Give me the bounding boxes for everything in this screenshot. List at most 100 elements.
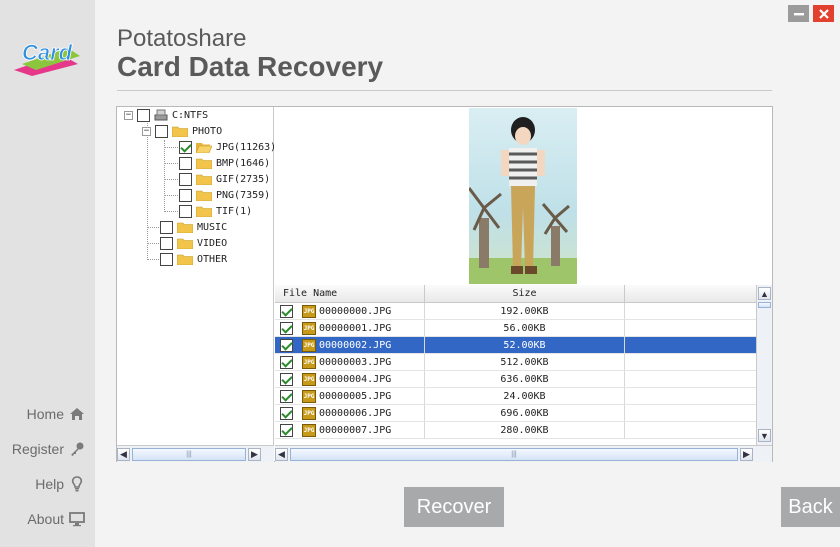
tree-node-other[interactable]: OTHER: [160, 251, 227, 267]
tree-label: GIF(2735): [216, 173, 271, 185]
back-button[interactable]: Back: [781, 487, 840, 527]
header-divider: [117, 90, 772, 91]
table-row[interactable]: JPG 00000000.JPG 192.00KB: [275, 303, 756, 320]
table-row[interactable]: JPG 00000001.JPG 56.00KB: [275, 320, 756, 337]
sidebar-item-label: About: [27, 510, 64, 527]
close-icon: [818, 8, 829, 19]
minimize-icon: [793, 12, 804, 15]
file-checkbox[interactable]: [280, 389, 293, 403]
file-checkbox[interactable]: [280, 423, 293, 437]
file-name-cell: JPG 00000005.JPG: [275, 388, 425, 404]
tree-checkbox[interactable]: [179, 140, 192, 154]
folder-icon: [177, 238, 193, 249]
tree-checkbox[interactable]: [137, 108, 150, 122]
tree-node-video[interactable]: VIDEO: [160, 235, 227, 251]
table-row[interactable]: JPG 00000003.JPG 512.00KB: [275, 354, 756, 371]
file-checkbox[interactable]: [280, 355, 293, 369]
file-name-cell: JPG 00000001.JPG: [275, 320, 425, 336]
file-name: 00000005.JPG: [319, 390, 392, 402]
tree-node-tif[interactable]: TIF(1): [179, 203, 252, 219]
tree-node-jpg[interactable]: JPG(11263): [179, 139, 276, 155]
sidebar-item-label: Register: [11, 440, 64, 457]
file-checkbox[interactable]: [280, 338, 293, 352]
file-name: 00000002.JPG: [319, 339, 392, 351]
close-button[interactable]: [813, 5, 834, 22]
jpg-file-icon: JPG: [302, 338, 316, 352]
scroll-right-icon[interactable]: ▶: [740, 447, 753, 461]
tree-node-music[interactable]: MUSIC: [160, 219, 227, 235]
file-size-cell: 512.00KB: [425, 354, 625, 370]
folder-icon: [177, 222, 193, 233]
tree-checkbox[interactable]: [160, 220, 173, 234]
file-name-cell: JPG 00000006.JPG: [275, 405, 425, 421]
file-checkbox[interactable]: [280, 406, 293, 420]
recovery-panel: − C:NTFS − PHOTO JPG(11263) BMP(1646) GI…: [116, 106, 773, 462]
sidebar-item-register[interactable]: Register: [0, 431, 95, 466]
scroll-left-icon[interactable]: ◀: [117, 447, 130, 461]
side-nav: Home Register Help About: [0, 396, 95, 536]
file-list-header: File Name Size: [275, 285, 756, 303]
empty-cell: [625, 422, 756, 438]
file-checkbox[interactable]: [280, 321, 293, 335]
jpg-file-icon: JPG: [302, 389, 316, 403]
folder-tree: − C:NTFS − PHOTO JPG(11263) BMP(1646) GI…: [117, 107, 276, 445]
sidebar-item-home[interactable]: Home: [0, 396, 95, 431]
collapse-toggle[interactable]: −: [124, 110, 133, 120]
table-row[interactable]: JPG 00000006.JPG 696.00KB: [275, 405, 756, 422]
table-row[interactable]: JPG 00000002.JPG 52.00KB: [275, 337, 756, 354]
tree-label: OTHER: [197, 253, 228, 265]
column-header-file-name[interactable]: File Name: [275, 285, 425, 302]
tree-label: PNG(7359): [216, 189, 271, 201]
folder-icon: [196, 190, 212, 201]
scroll-thumb[interactable]: [758, 302, 771, 308]
tree-node-drive[interactable]: − C:NTFS: [124, 107, 208, 123]
sidebar: Card Home Register Help About: [0, 0, 95, 547]
file-name-cell: JPG 00000007.JPG: [275, 422, 425, 438]
tree-node-png[interactable]: PNG(7359): [179, 187, 270, 203]
sidebar-item-help[interactable]: Help: [0, 466, 95, 501]
home-icon: [70, 407, 84, 420]
folder-icon: [196, 206, 212, 217]
file-name-cell: JPG 00000002.JPG: [275, 337, 425, 353]
card-logo: Card: [12, 34, 82, 76]
brand-name: Potatoshare: [117, 25, 247, 52]
tree-checkbox[interactable]: [179, 172, 192, 186]
table-row[interactable]: JPG 00000007.JPG 280.00KB: [275, 422, 756, 439]
monitor-icon: [69, 511, 85, 526]
column-header-size[interactable]: Size: [425, 285, 625, 302]
tree-checkbox[interactable]: [179, 156, 192, 170]
scroll-right-icon[interactable]: ▶: [248, 447, 261, 461]
file-list-vertical-scrollbar[interactable]: ▲ ▼: [756, 285, 772, 445]
scroll-down-icon[interactable]: ▼: [758, 429, 771, 442]
file-checkbox[interactable]: [280, 304, 293, 318]
empty-cell: [625, 337, 756, 353]
empty-cell: [625, 320, 756, 336]
recover-button[interactable]: Recover: [404, 487, 504, 527]
tree-checkbox[interactable]: [179, 188, 192, 202]
empty-cell: [625, 388, 756, 404]
file-size-cell: 52.00KB: [425, 337, 625, 353]
lightbulb-icon: [71, 475, 83, 491]
tree-checkbox[interactable]: [160, 252, 173, 266]
table-row[interactable]: JPG 00000005.JPG 24.00KB: [275, 388, 756, 405]
tree-checkbox[interactable]: [155, 124, 168, 138]
sidebar-item-about[interactable]: About: [0, 501, 95, 536]
jpg-file-icon: JPG: [302, 321, 316, 335]
file-list-horizontal-scrollbar[interactable]: ◀ ||| ▶: [275, 445, 772, 462]
tree-node-gif[interactable]: GIF(2735): [179, 171, 270, 187]
tree-checkbox[interactable]: [160, 236, 173, 250]
table-row[interactable]: JPG 00000004.JPG 636.00KB: [275, 371, 756, 388]
file-checkbox[interactable]: [280, 372, 293, 386]
tree-label: JPG(11263): [216, 141, 277, 153]
scroll-thumb[interactable]: |||: [132, 447, 246, 461]
scroll-left-icon[interactable]: ◀: [275, 447, 288, 461]
minimize-button[interactable]: [788, 5, 809, 22]
tree-checkbox[interactable]: [179, 204, 192, 218]
column-header-empty: [625, 285, 756, 302]
collapse-toggle[interactable]: −: [142, 126, 151, 136]
tree-node-photo[interactable]: − PHOTO: [142, 123, 222, 139]
tree-horizontal-scrollbar[interactable]: ◀ ||| ▶: [117, 445, 274, 462]
tree-node-bmp[interactable]: BMP(1646): [179, 155, 270, 171]
scroll-up-icon[interactable]: ▲: [758, 287, 771, 300]
scroll-thumb[interactable]: |||: [290, 447, 738, 461]
